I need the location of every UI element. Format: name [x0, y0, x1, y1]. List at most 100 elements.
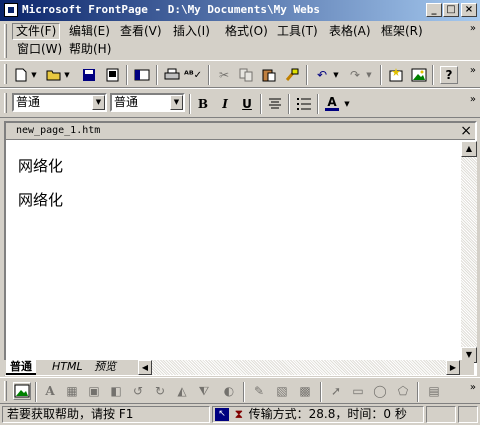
contrast-icon[interactable]: ◐ [220, 382, 238, 400]
new-dropdown-icon[interactable]: ▼ [29, 66, 39, 84]
copy-icon[interactable] [237, 66, 255, 84]
align-center-icon[interactable] [266, 95, 284, 113]
underline-icon[interactable]: U [238, 95, 256, 113]
format-toolbar-grip[interactable] [4, 93, 7, 113]
polygon-hotspot-icon[interactable]: ⬠ [394, 382, 412, 400]
document-filename[interactable]: new_page_1.htm [16, 125, 100, 136]
folder-list-icon[interactable] [133, 66, 151, 84]
format-painter-icon[interactable] [283, 66, 301, 84]
menu-help[interactable]: 帮助(H) [66, 41, 114, 58]
menu-insert[interactable]: 插入(I) [170, 23, 213, 40]
style-dropdown-icon[interactable]: ▼ [92, 95, 105, 110]
cut-icon[interactable]: ✂ [215, 66, 233, 84]
text-icon[interactable]: A [41, 382, 59, 400]
toolbar-overflow-chevron[interactable]: » [470, 66, 476, 76]
drawing-toolbar-grip[interactable] [4, 381, 7, 401]
maximize-button[interactable]: □ [443, 3, 459, 17]
network-icon: ↖ [215, 408, 229, 421]
content-line[interactable]: 网络化 [18, 155, 63, 189]
rectangle-hotspot-icon[interactable]: ▭ [349, 382, 367, 400]
format-overflow-chevron[interactable]: » [470, 95, 476, 105]
new-page-icon[interactable] [12, 66, 30, 84]
close-button[interactable]: × [461, 3, 477, 17]
menubar-overflow-chevron[interactable]: » [470, 24, 476, 34]
redo-dropdown-icon[interactable]: ▼ [364, 66, 374, 84]
font-dropdown-icon[interactable]: ▼ [170, 95, 183, 110]
bring-forward-icon[interactable]: ◧ [107, 382, 125, 400]
menu-bar: 文件(F) 编辑(E) 查看(V) 插入(I) 格式(O) 工具(T) 表格(A… [0, 21, 480, 59]
document-tab-bar: new_page_1.htm × [6, 123, 475, 140]
set-transparent-icon[interactable]: ▧ [273, 382, 291, 400]
insert-component-icon[interactable] [387, 66, 405, 84]
menu-window[interactable]: 窗口(W) [14, 41, 65, 58]
save-icon[interactable] [80, 66, 98, 84]
spelling-icon[interactable]: ᴬᴮ✓ [184, 66, 202, 84]
scroll-left-icon[interactable]: ◀ [138, 360, 152, 375]
open-folder-icon[interactable] [45, 66, 63, 84]
redo-icon[interactable]: ↷ [346, 66, 364, 84]
bold-icon[interactable]: B [194, 95, 212, 113]
flip-horizontal-icon[interactable]: ◭ [173, 382, 191, 400]
window-title: Microsoft FrontPage - D:\My Documents\My… [22, 3, 321, 16]
bullets-icon[interactable] [295, 95, 313, 113]
rotate-left-icon[interactable]: ↺ [129, 382, 147, 400]
status-transfer-panel: ↖ ⧗ 传输方式：28.8，时间：0 秒 [212, 406, 424, 423]
flip-vertical-icon[interactable]: ⧨ [195, 382, 213, 400]
menu-edit[interactable]: 编辑(E) [66, 23, 113, 40]
title-bar: Microsoft FrontPage - D:\My Documents\My… [0, 0, 480, 21]
menubar-grip[interactable] [4, 24, 7, 58]
menu-format[interactable]: 格式(O) [222, 23, 271, 40]
menu-frames[interactable]: 框架(R) [378, 23, 426, 40]
rotate-right-icon[interactable]: ↻ [151, 382, 169, 400]
help-icon[interactable]: ? [440, 66, 458, 84]
crop-icon[interactable]: ✎ [250, 382, 268, 400]
italic-icon[interactable]: I [216, 95, 234, 113]
tab-preview[interactable]: 预览 [90, 360, 120, 375]
menu-view[interactable]: 查看(V) [117, 23, 165, 40]
publish-icon[interactable] [104, 66, 122, 84]
scroll-up-icon[interactable]: ▲ [461, 141, 477, 157]
scroll-right-icon[interactable]: ▶ [446, 360, 460, 375]
insert-picture-icon[interactable] [410, 66, 428, 84]
black-white-icon[interactable]: ▩ [296, 382, 314, 400]
print-icon[interactable] [163, 66, 181, 84]
undo-dropdown-icon[interactable]: ▼ [331, 66, 341, 84]
font-color-icon[interactable]: A [323, 94, 341, 112]
content-line[interactable]: 网络化 [18, 189, 63, 223]
menu-file[interactable]: 文件(F) [12, 23, 61, 40]
drawing-overflow-chevron[interactable]: » [470, 383, 476, 393]
font-select[interactable]: 普通 ▼ [110, 93, 185, 112]
status-help-text: 若要获取帮助，请按 F1 [2, 406, 210, 423]
tab-html[interactable]: HTML [48, 360, 87, 375]
document-window: new_page_1.htm × 网络化 网络化 ▲ ▼ [4, 121, 477, 376]
open-dropdown-icon[interactable]: ▼ [62, 66, 72, 84]
tab-normal[interactable]: 普通 [6, 360, 36, 375]
frontpage-app-icon[interactable] [4, 3, 18, 17]
status-transfer-text: 传输方式：28.8，时间：0 秒 [248, 407, 407, 421]
select-arrow-icon[interactable]: ➚ [327, 382, 345, 400]
minimize-button[interactable]: _ [426, 3, 442, 17]
horizontal-scrollbar[interactable] [152, 360, 446, 375]
menu-table[interactable]: 表格(A) [326, 23, 374, 40]
status-bar: 若要获取帮助，请按 F1 ↖ ⧗ 传输方式：28.8，时间：0 秒 [0, 404, 480, 425]
insert-image-icon[interactable] [13, 382, 31, 400]
vertical-scrollbar[interactable]: ▲ ▼ [461, 141, 477, 363]
circle-hotspot-icon[interactable]: ◯ [371, 382, 389, 400]
status-empty-panel [426, 406, 456, 423]
menu-tools[interactable]: 工具(T) [274, 23, 321, 40]
drawing-toolbar: A ▦ ▣ ◧ ↺ ↻ ◭ ⧨ ◐ ✎ ▧ ▩ ➚ ▭ ◯ ⬠ ▤ » [0, 377, 480, 404]
font-color-dropdown-icon[interactable]: ▼ [342, 95, 352, 113]
toolbar-grip[interactable] [4, 64, 7, 84]
auto-thumbnail-icon[interactable]: ▦ [63, 382, 81, 400]
style-select[interactable]: 普通 ▼ [12, 93, 107, 112]
standard-toolbar: ▼ ▼ ᴬᴮ✓ ✂ ↶ ▼ ↷ ▼ ? » [0, 60, 480, 88]
font-value: 普通 [114, 95, 139, 109]
style-value: 普通 [16, 95, 41, 109]
highlight-hotspots-icon[interactable]: ▤ [425, 382, 443, 400]
formatting-toolbar: 普通 ▼ 普通 ▼ B I U A ▼ » [0, 88, 480, 118]
close-document-icon[interactable]: × [460, 123, 472, 139]
position-absolutely-icon[interactable]: ▣ [85, 382, 103, 400]
paste-icon[interactable] [260, 66, 278, 84]
page-content[interactable]: 网络化 网络化 [18, 155, 63, 223]
undo-icon[interactable]: ↶ [313, 66, 331, 84]
